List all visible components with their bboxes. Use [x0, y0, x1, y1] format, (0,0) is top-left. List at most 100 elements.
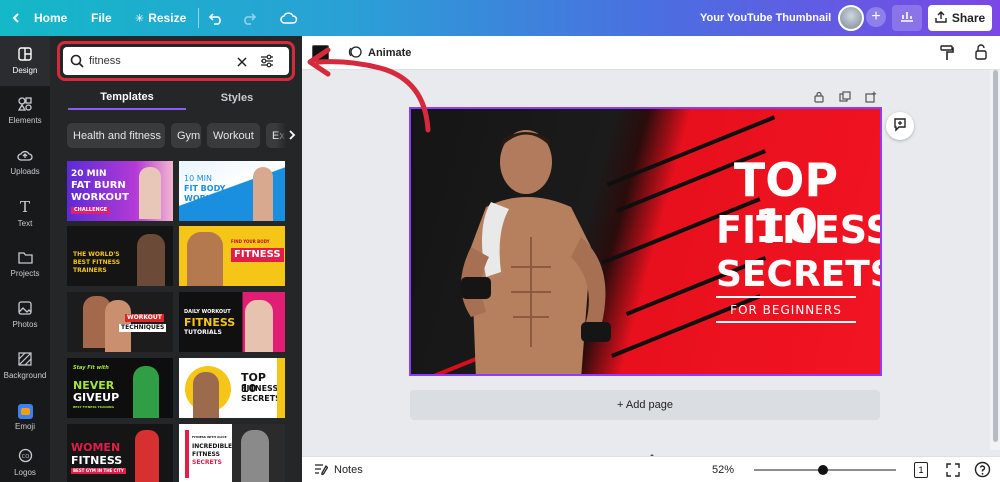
template-card[interactable]: FITNESS WITH ALICE INCREDIBLE FITNESS SE…	[179, 424, 285, 482]
template-text: NEVER	[73, 379, 115, 392]
template-card[interactable]: 20 MIN FAT BURN WORKOUT CHALLENGE	[67, 161, 173, 221]
template-text: FITNESS WITH ALICE	[192, 435, 227, 439]
rail-item-design[interactable]: Design	[0, 36, 50, 86]
design-subtitle: FOR BEGINNERS	[730, 303, 842, 317]
template-card[interactable]: TOP 10 FITNESS SECRETS	[179, 358, 285, 418]
template-text: 10 MIN	[184, 174, 212, 183]
rail-item-background[interactable]: Background	[0, 341, 50, 391]
help-icon[interactable]	[974, 461, 991, 482]
svg-text:CO: CO	[21, 454, 28, 460]
template-text: SECRETS	[192, 459, 222, 466]
file-menu-button[interactable]: File	[91, 0, 112, 36]
clear-icon[interactable]	[236, 55, 248, 73]
uploads-icon	[17, 148, 33, 164]
template-text: WORKOUT	[184, 194, 231, 203]
lock-icon[interactable]	[974, 44, 988, 65]
add-collaborator-button[interactable]: +	[866, 7, 886, 27]
notes-button[interactable]: Notes	[314, 457, 363, 482]
tab-templates[interactable]: Templates	[68, 86, 186, 110]
rail-item-photos[interactable]: Photos	[0, 290, 50, 340]
chevron-right-icon	[288, 127, 296, 145]
template-card[interactable]: THE WORLD'S BEST FITNESS TRAINERS	[67, 226, 173, 286]
template-card[interactable]: WOMEN FITNESS BEST GYM IN THE CITY	[67, 424, 173, 482]
add-page-button[interactable]: + Add page	[410, 390, 880, 420]
template-text: THE WORLD'S	[73, 251, 120, 258]
design-title-line3: SECRETS	[716, 254, 882, 295]
template-text: GIVEUP	[73, 391, 120, 404]
projects-icon	[17, 251, 33, 266]
add-comment-button[interactable]	[886, 112, 914, 140]
panel-tabs: Templates Styles	[68, 86, 286, 110]
undo-icon	[208, 11, 224, 25]
filter-icon[interactable]	[259, 53, 275, 74]
rail-item-uploads[interactable]: Uploads	[0, 137, 50, 187]
rail-item-logos[interactable]: CO Logos	[0, 443, 50, 482]
tab-styles[interactable]: Styles	[178, 86, 296, 110]
resize-button[interactable]: ✳ Resize	[135, 0, 186, 36]
sparkle-icon: ✳	[135, 12, 145, 25]
chip-workout[interactable]: Workout	[207, 123, 260, 148]
rail-item-text[interactable]: T Text	[0, 188, 50, 238]
background-icon	[18, 352, 32, 368]
file-label: File	[91, 11, 112, 25]
rail-item-emoji[interactable]: Emoji	[0, 392, 50, 442]
template-shape	[185, 430, 189, 478]
chip-health-and-fitness[interactable]: Health and fitness	[67, 123, 165, 148]
rail-label: Background	[3, 371, 47, 380]
left-rail: Design Elements Uploads T Text Projects …	[0, 36, 50, 482]
divider-line	[716, 321, 856, 323]
template-text: FIT BODY	[184, 184, 226, 193]
page-count-button[interactable]: 1	[914, 462, 928, 478]
rail-label: Projects	[10, 268, 40, 278]
text-icon: T	[19, 198, 30, 216]
add-page-icon[interactable]	[865, 90, 877, 108]
template-photo	[193, 372, 219, 418]
insights-button[interactable]	[892, 5, 922, 31]
template-photo	[245, 300, 273, 352]
chip-gym[interactable]: Gym	[171, 123, 201, 148]
cloud-save-button[interactable]	[280, 0, 298, 36]
zoom-level[interactable]: 52%	[712, 457, 734, 482]
rail-label: Uploads	[10, 167, 40, 176]
upload-icon	[935, 10, 947, 26]
comment-plus-icon	[892, 116, 908, 137]
chip-scroll-right[interactable]	[276, 123, 302, 148]
template-text: TECHNIQUES	[119, 324, 167, 332]
search-highlight: fitness	[57, 41, 295, 81]
divider-line	[716, 296, 856, 298]
lock-page-icon[interactable]	[813, 90, 825, 108]
search-query: fitness	[89, 55, 121, 67]
resize-label: Resize	[148, 11, 187, 25]
rail-item-projects[interactable]: Projects	[0, 239, 50, 289]
design-title[interactable]: Your YouTube Thumbnail	[700, 0, 831, 36]
design-canvas[interactable]: TOP 10 FITNESS SECRETS FOR BEGINNERS	[409, 107, 882, 376]
vertical-scrollbar[interactable]	[990, 70, 1000, 450]
top-bar: Home File ✳ Resize Your YouTube Thumbnai…	[0, 0, 1000, 36]
share-button[interactable]: Share	[928, 5, 992, 31]
template-text: Stay Fit with	[73, 365, 109, 371]
template-card[interactable]: WORKOUT TECHNIQUES	[67, 292, 173, 352]
template-card[interactable]: FIND YOUR BODY FITNESS	[179, 226, 285, 286]
template-card[interactable]: DAILY WORKOUT FITNESS TUTORIALS	[179, 292, 285, 352]
avatar[interactable]	[838, 5, 864, 31]
home-button[interactable]: Home	[10, 0, 67, 36]
template-photo	[187, 232, 223, 286]
template-text: FITNESS	[231, 248, 284, 262]
design-title-line2: FITNESS	[716, 208, 882, 252]
rail-label: Design	[12, 66, 38, 75]
search-input[interactable]: fitness	[63, 47, 289, 75]
chevron-up-icon[interactable]	[645, 448, 659, 460]
template-card[interactable]: Stay Fit with NEVER GIVEUP BEST FITNESS …	[67, 358, 173, 418]
scroll-thumb[interactable]	[993, 70, 998, 442]
fullscreen-icon[interactable]	[945, 462, 961, 482]
redo-button[interactable]	[241, 0, 257, 36]
undo-button[interactable]	[208, 0, 224, 36]
template-photo	[135, 430, 159, 482]
rail-label: Logos	[14, 468, 36, 477]
duplicate-page-icon[interactable]	[839, 90, 851, 108]
rail-item-elements[interactable]: Elements	[0, 86, 50, 136]
template-card[interactable]: 10 MIN FIT BODY WORKOUT	[179, 161, 285, 221]
rail-label: Text	[17, 219, 33, 228]
paint-roller-icon[interactable]	[940, 45, 954, 66]
zoom-slider-handle[interactable]	[818, 465, 829, 475]
